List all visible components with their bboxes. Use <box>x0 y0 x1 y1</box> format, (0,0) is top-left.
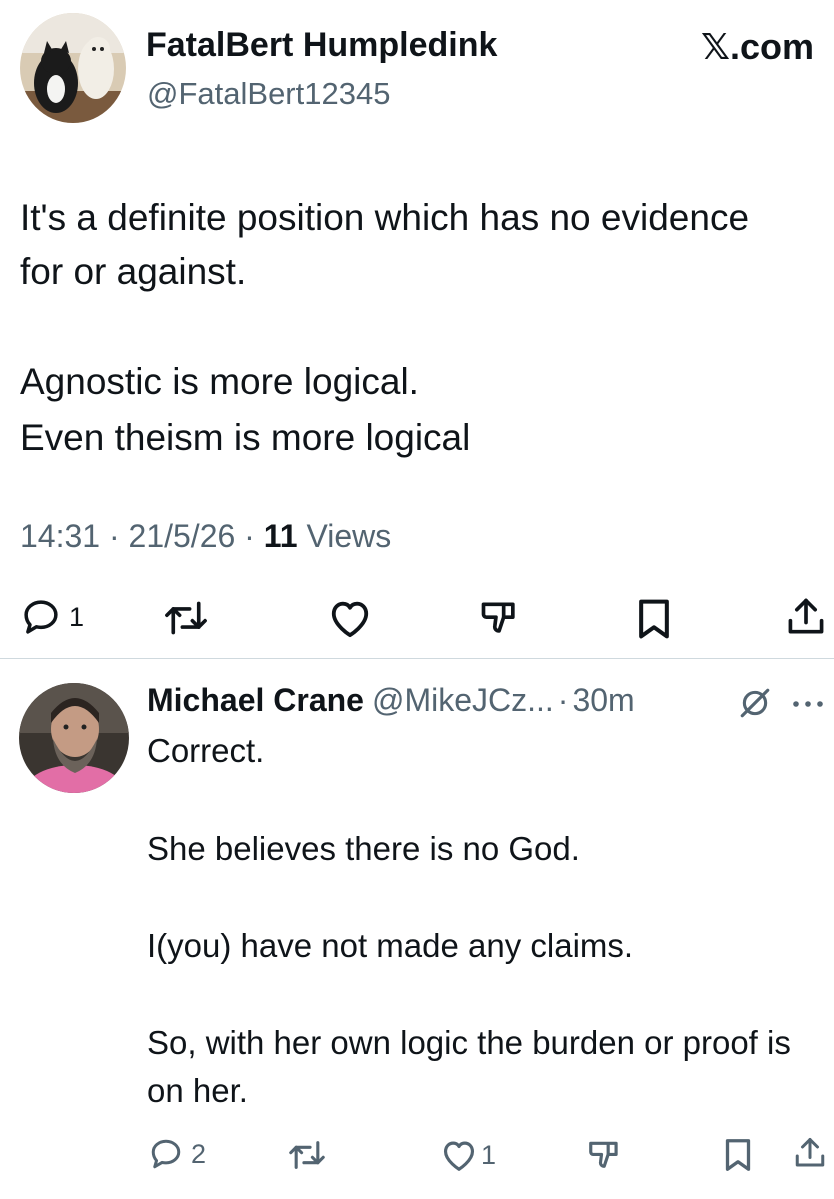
reply-paragraph: I(you) have not made any claims. <box>147 927 634 964</box>
reply-icon <box>24 600 58 634</box>
repost-icon <box>289 1141 325 1169</box>
share-icon <box>788 598 824 634</box>
reply-paragraph: Correct. <box>147 732 265 769</box>
reply-button[interactable]: 1 <box>20 596 84 638</box>
grok-button[interactable] <box>738 686 772 720</box>
grok-icon <box>740 688 770 718</box>
bookmark-icon <box>725 1139 751 1171</box>
reply-paragraph: So, with her own logic the burden or pro… <box>147 1024 791 1109</box>
like-icon <box>331 601 369 638</box>
share-button[interactable] <box>784 595 828 639</box>
tweet-paragraph: Agnostic is more logical. <box>20 361 419 402</box>
more-icon <box>793 701 823 707</box>
reply-header: Michael Crane @MikeJCz... · 30m <box>147 682 635 719</box>
like-icon <box>443 1141 475 1171</box>
views-label: Views <box>297 518 392 554</box>
reply-paragraph: She believes there is no God. <box>147 830 580 867</box>
share-icon <box>795 1138 825 1167</box>
author-handle[interactable]: @FatalBert12345 <box>147 76 390 112</box>
repost-button[interactable] <box>286 1138 328 1172</box>
dislike-button[interactable] <box>586 1137 624 1175</box>
like-count: 1 <box>481 1139 497 1170</box>
tweet-paragraph: It's a definite position which has no ev… <box>20 197 750 292</box>
tweet-date: 21/5/26 <box>128 518 236 554</box>
reply-button[interactable]: 2 <box>148 1136 206 1172</box>
meta-separator: · <box>235 518 264 554</box>
like-button[interactable] <box>327 597 373 639</box>
reply-time[interactable]: 30m <box>572 682 634 719</box>
x-com-logo: 𝕏.com <box>700 26 814 67</box>
views-count: 11 <box>263 518 298 554</box>
avatar[interactable] <box>19 683 129 793</box>
bookmark-button[interactable] <box>722 1137 754 1173</box>
tweet-time: 14:31 <box>20 518 101 554</box>
tweet-meta: 14:31 · 21/5/26 · 11 Views <box>20 518 391 555</box>
meta-separator: · <box>557 682 569 718</box>
reply-icon <box>151 1139 181 1169</box>
reply-count: 1 <box>69 601 85 632</box>
repost-button[interactable] <box>162 598 210 638</box>
share-button[interactable] <box>792 1135 828 1171</box>
tweet-paragraph: Even theism is more logical <box>20 417 471 458</box>
like-button[interactable]: 1 <box>440 1137 496 1173</box>
meta-separator: · <box>100 518 129 554</box>
author-display-name[interactable]: FatalBert Humpledink <box>146 26 497 65</box>
avatar[interactable] <box>20 13 126 123</box>
dislike-button[interactable] <box>478 597 522 641</box>
dislike-icon <box>589 1141 618 1168</box>
repost-icon <box>165 601 207 635</box>
bookmark-icon <box>639 599 669 639</box>
dislike-icon <box>481 602 515 633</box>
reply-display-name[interactable]: Michael Crane <box>147 682 364 719</box>
reply-handle[interactable]: @MikeJCz... <box>372 682 554 719</box>
reply-count: 2 <box>191 1138 207 1169</box>
more-button[interactable] <box>792 700 824 708</box>
divider <box>0 658 834 659</box>
bookmark-button[interactable] <box>634 597 674 641</box>
